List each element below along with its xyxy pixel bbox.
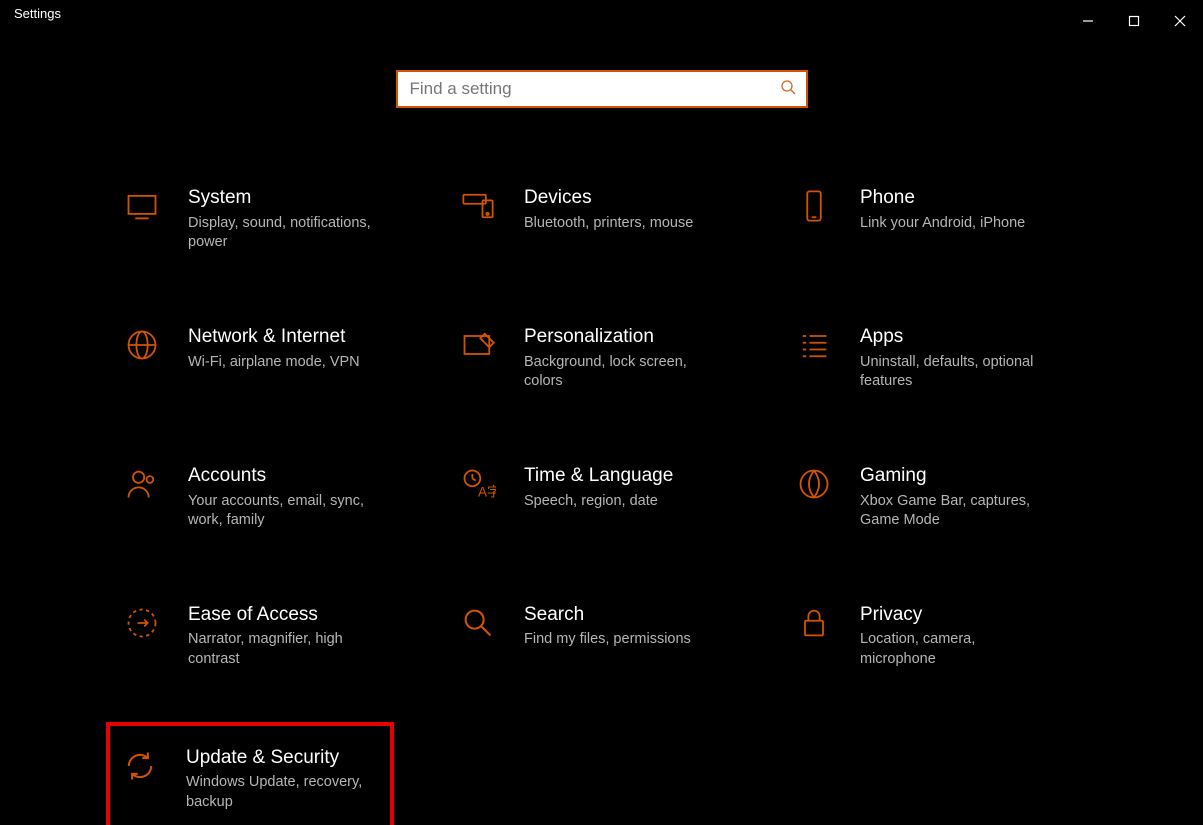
category-title: Apps	[860, 325, 1078, 349]
category-title: Personalization	[524, 325, 742, 349]
category-apps[interactable]: Apps Uninstall, defaults, optional featu…	[792, 319, 1082, 398]
category-title: Privacy	[860, 603, 1078, 627]
window-title: Settings	[14, 6, 61, 21]
category-title: System	[188, 186, 406, 210]
category-title: Devices	[524, 186, 742, 210]
close-button[interactable]	[1157, 6, 1203, 36]
search-box[interactable]	[396, 70, 808, 108]
gaming-icon	[796, 466, 836, 506]
maximize-icon	[1128, 15, 1140, 27]
category-network[interactable]: Network & Internet Wi-Fi, airplane mode,…	[120, 319, 410, 398]
category-desc: Bluetooth, printers, mouse	[524, 214, 714, 234]
category-gaming[interactable]: Gaming Xbox Game Bar, captures, Game Mod…	[792, 458, 1082, 537]
category-desc: Your accounts, email, sync, work, family	[188, 492, 378, 531]
maximize-button[interactable]	[1111, 6, 1157, 36]
category-desc: Narrator, magnifier, high contrast	[188, 630, 378, 669]
category-accounts[interactable]: Accounts Your accounts, email, sync, wor…	[120, 458, 410, 537]
category-title: Network & Internet	[188, 325, 406, 349]
category-update-security[interactable]: Update & Security Windows Update, recove…	[106, 722, 394, 825]
category-system[interactable]: System Display, sound, notifications, po…	[120, 180, 410, 259]
devices-icon	[460, 188, 500, 228]
category-phone[interactable]: Phone Link your Android, iPhone	[792, 180, 1082, 259]
category-desc: Uninstall, defaults, optional features	[860, 353, 1050, 392]
category-ease-of-access[interactable]: Ease of Access Narrator, magnifier, high…	[120, 597, 410, 676]
system-icon	[124, 188, 164, 228]
lock-icon	[796, 605, 836, 645]
category-time-language[interactable]: A字 Time & Language Speech, region, date	[456, 458, 746, 537]
category-desc: Windows Update, recovery, backup	[186, 773, 376, 812]
search-icon	[780, 79, 796, 100]
minimize-button[interactable]	[1065, 6, 1111, 36]
settings-grid: System Display, sound, notifications, po…	[0, 180, 1203, 825]
category-desc: Link your Android, iPhone	[860, 214, 1050, 234]
category-desc: Display, sound, notifications, power	[188, 214, 378, 253]
category-title: Update & Security	[186, 746, 386, 770]
category-search[interactable]: Search Find my files, permissions	[456, 597, 746, 676]
category-desc: Xbox Game Bar, captures, Game Mode	[860, 492, 1050, 531]
personalization-icon	[460, 327, 500, 367]
search-category-icon	[460, 605, 500, 645]
titlebar: Settings	[0, 0, 1203, 42]
category-title: Ease of Access	[188, 603, 406, 627]
window-controls	[1065, 6, 1203, 36]
close-icon	[1174, 15, 1186, 27]
search-input[interactable]	[408, 78, 780, 100]
svg-text:A字: A字	[478, 484, 496, 499]
category-devices[interactable]: Devices Bluetooth, printers, mouse	[456, 180, 746, 259]
category-personalization[interactable]: Personalization Background, lock screen,…	[456, 319, 746, 398]
category-title: Gaming	[860, 464, 1078, 488]
category-title: Search	[524, 603, 742, 627]
minimize-icon	[1082, 15, 1094, 27]
phone-icon	[796, 188, 836, 228]
category-desc: Wi-Fi, airplane mode, VPN	[188, 353, 378, 373]
category-desc: Location, camera, microphone	[860, 630, 1050, 669]
apps-icon	[796, 327, 836, 367]
category-title: Accounts	[188, 464, 406, 488]
category-desc: Speech, region, date	[524, 492, 714, 512]
time-language-icon: A字	[460, 466, 500, 506]
category-desc: Find my files, permissions	[524, 630, 714, 650]
accounts-icon	[124, 466, 164, 506]
globe-icon	[124, 327, 164, 367]
ease-of-access-icon	[124, 605, 164, 645]
category-privacy[interactable]: Privacy Location, camera, microphone	[792, 597, 1082, 676]
category-title: Time & Language	[524, 464, 742, 488]
category-desc: Background, lock screen, colors	[524, 353, 714, 392]
update-icon	[122, 748, 162, 788]
category-title: Phone	[860, 186, 1078, 210]
